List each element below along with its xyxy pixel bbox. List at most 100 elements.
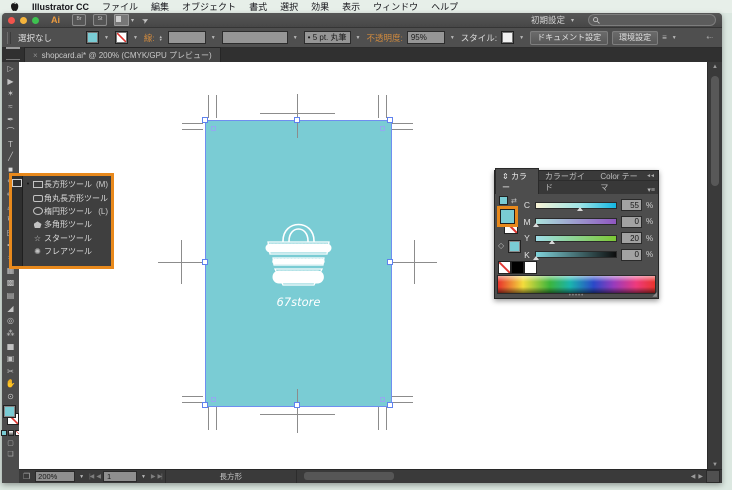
close-window-button[interactable] [8,16,15,24]
yellow-slider[interactable] [535,234,617,244]
menu-window[interactable]: ウィンドウ [373,0,418,13]
arrange-documents-icon[interactable] [114,14,129,26]
cyan-value-field[interactable]: 55 [621,199,642,212]
rectangle-tool-button[interactable] [12,176,23,266]
handle-bottom-right[interactable] [387,402,393,408]
stroke-weight-field[interactable] [167,31,206,44]
magenta-value-field[interactable]: 0 [621,215,642,228]
tab-list-icon[interactable] [6,47,20,60]
black-value-field[interactable]: 0 [621,248,642,261]
line-tool[interactable]: ╱ [3,151,18,164]
tab-color[interactable]: ⇕ カラー [495,168,539,194]
vertical-scroll-thumb[interactable] [711,76,719,186]
first-artboard-icon[interactable]: |◀ [89,473,94,480]
menu-object[interactable]: オブジェクト [182,0,236,13]
blend-tool[interactable]: ◎ [3,315,18,328]
pen-tool[interactable]: ✒ [3,113,18,126]
handle-bottom-center[interactable] [294,402,300,408]
zoom-level-field[interactable]: 200% [35,471,76,482]
brush-caret[interactable]: ▼ [356,35,361,41]
scroll-up-icon[interactable]: ▲ [712,62,718,72]
collapse-control-bar-icon[interactable]: ⇠ [706,33,717,42]
export-icon[interactable]: ❐ [23,472,30,481]
document-tab[interactable]: × shopcard.ai* @ 200% (CMYK/GPU プレビュー) [24,47,221,62]
scroll-left-icon[interactable]: ◀ [691,473,696,480]
style-swatch[interactable] [501,31,515,44]
mini-fill-stroke[interactable]: ⇄ [499,196,517,205]
stroke-weight-caret[interactable]: ▼ [211,35,216,41]
horizontal-scrollbar[interactable] [300,470,688,483]
slice-tool[interactable]: ✂ [3,365,18,378]
horizontal-scroll-thumb[interactable] [303,472,394,480]
resize-corner[interactable] [706,470,720,483]
control-bar-grip[interactable] [7,31,11,44]
hand-tool[interactable]: ✋ [3,378,18,391]
flyout-item-rounded-rectangle[interactable]: 角丸長方形ツール [23,191,111,204]
out-of-web-color-icon[interactable]: ◇ [498,241,504,250]
width-profile-caret[interactable]: ▼ [293,35,298,41]
style-caret[interactable]: ▼ [519,35,524,41]
panel-drag-dots[interactable]: ••••• [569,293,585,299]
next-artboard-icon[interactable]: ▶ [151,473,156,480]
minimize-window-button[interactable] [20,16,27,24]
previous-artboard-icon[interactable]: ◀ [96,473,101,480]
handle-mid-left[interactable] [202,259,208,265]
color-spectrum-bar[interactable] [497,275,656,294]
mesh-tool[interactable]: ▩ [3,277,18,290]
artboard-caret[interactable]: ▼ [141,474,146,480]
menu-type[interactable]: 書式 [249,0,267,13]
none-swatch[interactable] [498,261,511,274]
web-safe-color-swatch[interactable] [508,240,521,253]
yellow-value-field[interactable]: 20 [621,232,642,245]
menu-edit[interactable]: 編集 [151,0,169,13]
stroke-weight-label[interactable]: 線: [144,32,155,44]
last-artboard-icon[interactable]: ▶| [158,473,163,480]
opacity-field[interactable]: 95% [406,31,445,44]
color-gradient-none[interactable] [0,430,21,437]
flyout-item-star[interactable]: ☆ スターツール [23,232,111,245]
toolbar-fill-swatch[interactable] [3,405,16,419]
stroke-color-caret[interactable]: ▼ [133,35,138,41]
apple-icon[interactable] [10,1,19,12]
opacity-label[interactable]: 不透明度: [366,32,402,44]
artboard-text[interactable]: 67store [262,295,335,309]
direct-selection-tool[interactable]: ▶ [3,76,18,89]
eyedropper-tool[interactable]: ◢ [3,302,18,315]
fill-swatch-highlighted[interactable] [497,206,518,227]
menu-select[interactable]: 選択 [280,0,298,13]
opacity-caret[interactable]: ▼ [450,35,455,41]
scroll-right-icon[interactable]: ▶ [698,473,703,480]
zoom-tool[interactable]: ⊙ [3,390,18,403]
selection-tool[interactable]: ▷ [3,63,18,76]
search-input[interactable] [588,14,716,26]
document-setup-button[interactable]: ドキュメント設定 [530,30,609,45]
screen-mode-icon[interactable]: ❏ [7,450,13,458]
zoom-window-button[interactable] [32,16,39,24]
handle-top-center[interactable] [294,117,300,123]
mini-fill-swatch[interactable] [499,196,508,205]
arrange-documents-caret[interactable]: ▾ [131,17,134,24]
panel-menu-icon[interactable]: ▾≡ [647,186,658,194]
preferences-button[interactable]: 環境設定 [612,30,659,45]
gradient-tool[interactable]: ▤ [3,290,18,303]
toolbar-fill-stroke[interactable] [3,405,19,429]
tab-color-guide[interactable]: カラーガイド [539,169,594,194]
menu-file[interactable]: ファイル [102,0,138,13]
artwork-group[interactable]: 67store [262,208,335,309]
flyout-item-ellipse[interactable]: 楕円形ツール (L) [23,205,111,218]
handle-top-left[interactable] [202,117,208,123]
draw-mode-icon[interactable]: ▢ [7,439,14,447]
handle-mid-right[interactable] [387,259,393,265]
flyout-item-rectangle[interactable]: • 長方形ツール (M) [23,178,111,191]
menu-view[interactable]: 表示 [342,0,360,13]
fill-color-swatch[interactable] [86,31,100,44]
magenta-slider[interactable] [533,218,617,228]
stroke-color-swatch[interactable] [114,31,128,44]
menu-effect[interactable]: 効果 [311,0,329,13]
fill-color-caret[interactable]: ▼ [104,35,109,41]
handle-top-right[interactable] [387,117,393,123]
panel-resize-grip[interactable]: ◢ [652,291,657,298]
stroke-weight-stepper[interactable]: ▲ ▼ [159,34,163,41]
black-swatch[interactable] [511,261,524,274]
close-tab-icon[interactable]: × [33,51,38,60]
